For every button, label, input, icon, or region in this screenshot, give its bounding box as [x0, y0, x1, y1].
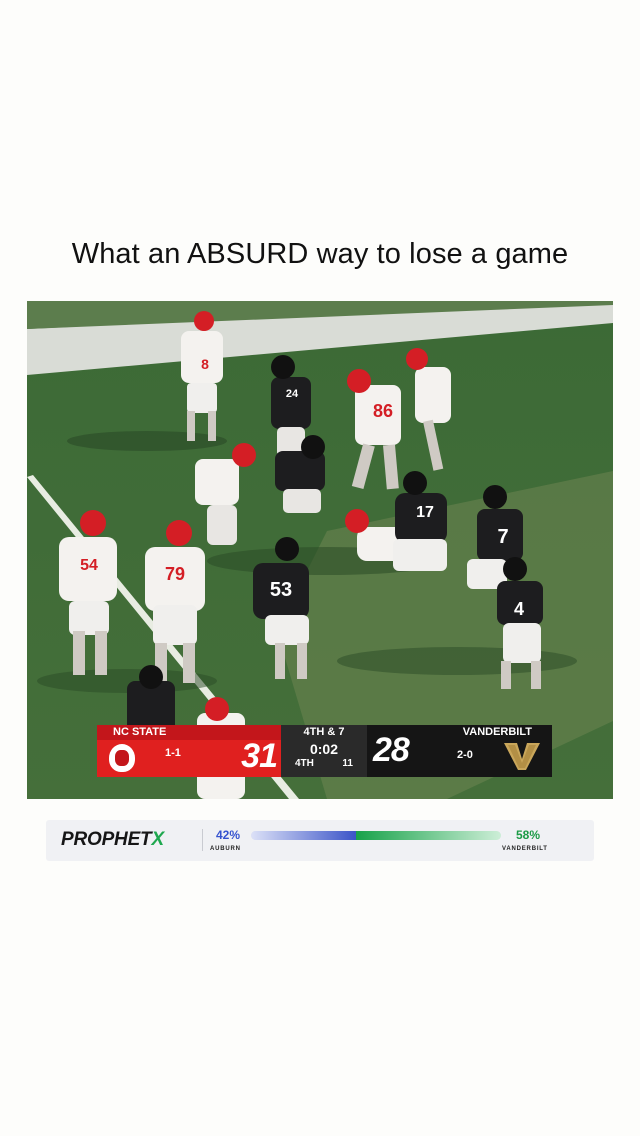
svg-text:8: 8 [201, 356, 209, 372]
svg-text:53: 53 [270, 579, 292, 601]
divider [202, 829, 203, 851]
game-clock: 0:02 [309, 741, 339, 757]
prophetx-logo: PROPHETX [61, 829, 164, 850]
v-logo-icon [504, 743, 540, 770]
svg-text:24: 24 [286, 388, 299, 400]
scorebug: NC STATE 1-1 31 4TH & 7 0:02 4TH 11 28 V… [97, 725, 552, 777]
svg-text:7: 7 [497, 526, 508, 548]
svg-text:86: 86 [373, 401, 393, 421]
away-team-score: 28 [373, 731, 410, 769]
post-caption: What an ABSURD way to lose a game [71, 238, 569, 270]
home-team-record: 1-1 [165, 747, 181, 759]
prophetx-odds-banner[interactable]: PROPHETX 42% AUBURN 58% VANDERBILT [46, 820, 594, 861]
away-team-record: 2-0 [457, 749, 473, 761]
svg-text:17: 17 [416, 504, 434, 521]
away-team-name: VANDERBILT [462, 726, 532, 738]
game-video[interactable]: 8 86 54 79 24 53 17 7 4 NC STATE 1-1 31 … [27, 301, 613, 799]
down-and-distance: 4TH & 7 [303, 726, 345, 738]
right-team-percent: 58% [516, 828, 541, 842]
reel-page: What an ABSURD way to lose a game 8 86 5… [0, 0, 640, 1136]
left-team-percent: 42% [216, 828, 241, 842]
odds-progress-track [251, 831, 501, 840]
left-team-fill [251, 831, 356, 840]
wolf-logo-icon [109, 744, 135, 772]
right-team-name: VANDERBILT [502, 846, 548, 852]
svg-text:79: 79 [165, 564, 185, 584]
svg-text:54: 54 [80, 557, 98, 574]
left-team-name: AUBURN [210, 846, 241, 852]
right-team-fill [356, 831, 501, 840]
away-team-panel: 28 VANDERBILT 2-0 [367, 725, 552, 777]
play-clock: 11 [342, 758, 353, 769]
svg-text:4: 4 [514, 599, 524, 619]
home-team-panel: NC STATE 1-1 31 [97, 725, 281, 777]
game-status-panel: 4TH & 7 0:02 4TH 11 [281, 725, 367, 777]
home-team-score: 31 [241, 737, 278, 775]
quarter: 4TH [295, 758, 314, 769]
